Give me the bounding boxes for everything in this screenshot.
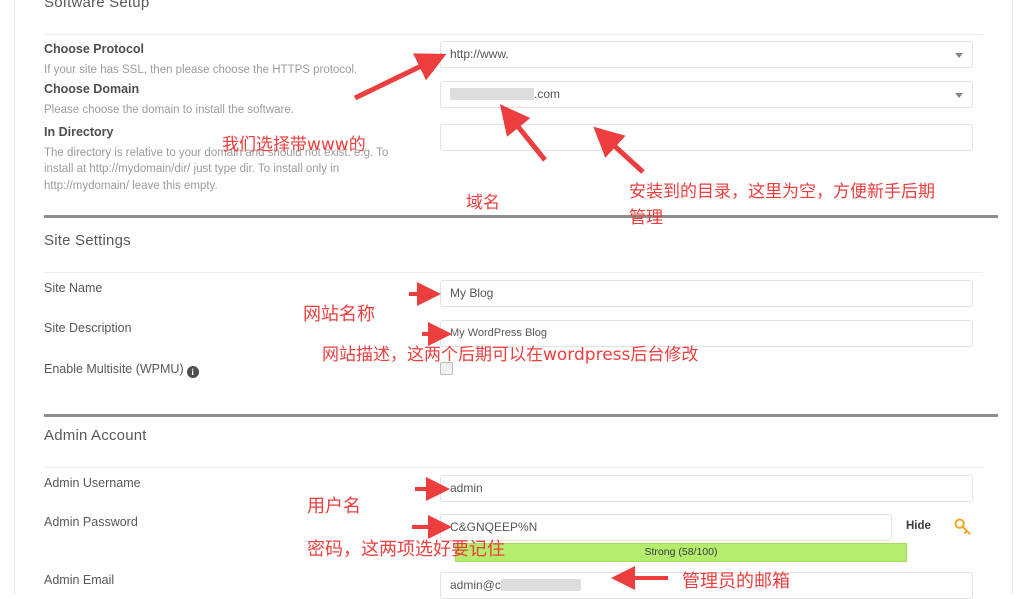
row-choose-protocol: Choose Protocol If your site has SSL, th… xyxy=(15,41,1012,78)
field-label-choose-protocol: Choose Protocol xyxy=(44,42,145,56)
row-admin-username: Admin Username admin xyxy=(15,475,1012,502)
field-label-admin-password: Admin Password xyxy=(44,515,138,529)
choose-protocol-select[interactable]: http://www. xyxy=(440,41,973,68)
row-in-directory: In Directory The directory is relative t… xyxy=(15,124,1012,195)
section-divider-2 xyxy=(44,414,998,417)
label-col-admin-email: Admin Email xyxy=(15,572,411,590)
info-icon[interactable]: i xyxy=(186,366,199,378)
chevron-down-icon xyxy=(955,52,963,58)
installer-page: Software Setup Choose Protocol If your s… xyxy=(0,0,1024,599)
key-icon[interactable] xyxy=(953,517,973,537)
section-rule xyxy=(44,467,983,468)
label-col-choose-domain: Choose Domain Please choose the domain t… xyxy=(15,81,411,118)
field-label-site-description: Site Description xyxy=(44,321,132,335)
right-page-edge xyxy=(1012,0,1024,594)
form-content: Software Setup Choose Protocol If your s… xyxy=(15,0,1012,599)
field-label-enable-multisite: Enable Multisite (WPMU) xyxy=(44,362,184,376)
site-description-input[interactable]: My WordPress Blog xyxy=(440,320,973,347)
field-help-in-directory: The directory is relative to your domain… xyxy=(44,146,389,192)
row-site-name: Site Name My Blog xyxy=(15,280,1012,307)
admin-username-value: admin xyxy=(450,481,483,495)
field-help-choose-domain: Please choose the domain to install the … xyxy=(44,103,294,116)
admin-username-input[interactable]: admin xyxy=(440,475,973,502)
field-help-choose-protocol: If your site has SSL, then please choose… xyxy=(44,63,358,76)
row-admin-password: Admin Password C&GNQEEP%N Hide Strong (5… xyxy=(15,514,1012,562)
site-name-value: My Blog xyxy=(450,286,494,300)
admin-password-input[interactable]: C&GNQEEP%N xyxy=(440,514,892,541)
section-title-site-settings: Site Settings xyxy=(44,232,131,249)
label-col-enable-multisite: Enable Multisite (WPMU) i xyxy=(15,360,411,379)
row-admin-email: Admin Email admin@c xyxy=(15,572,1012,599)
in-directory-input[interactable] xyxy=(440,124,973,151)
password-strength-bar: Strong (58/100) xyxy=(455,543,907,562)
chevron-down-icon xyxy=(955,92,963,98)
enable-multisite-checkbox[interactable] xyxy=(440,362,453,375)
admin-password-value: C&GNQEEP%N xyxy=(450,520,538,534)
field-label-site-name: Site Name xyxy=(44,281,103,295)
field-label-admin-username: Admin Username xyxy=(44,476,141,490)
section-title-software-setup: Software Setup xyxy=(44,0,150,11)
field-label-choose-domain: Choose Domain xyxy=(44,82,140,96)
label-col-site-name: Site Name xyxy=(15,280,411,298)
choose-domain-select[interactable]: .com xyxy=(440,81,973,108)
section-title-admin-account: Admin Account xyxy=(44,427,147,444)
row-enable-multisite: Enable Multisite (WPMU) i xyxy=(15,360,1012,379)
hide-password-button[interactable]: Hide xyxy=(906,520,931,532)
redacted-email-domain xyxy=(500,579,581,591)
field-label-in-directory: In Directory xyxy=(44,125,114,139)
choose-protocol-value: http://www. xyxy=(450,47,509,61)
section-divider-1 xyxy=(44,215,998,218)
row-site-description: Site Description My WordPress Blog xyxy=(15,320,1012,347)
label-col-in-directory: In Directory The directory is relative t… xyxy=(15,124,411,195)
label-col-admin-username: Admin Username xyxy=(15,475,411,493)
site-description-value: My WordPress Blog xyxy=(450,327,547,339)
field-label-admin-email: Admin Email xyxy=(44,573,115,587)
redacted-domain xyxy=(450,88,534,100)
section-rule xyxy=(44,34,983,35)
left-page-edge xyxy=(0,0,15,594)
site-name-input[interactable]: My Blog xyxy=(440,280,973,307)
label-col-site-description: Site Description xyxy=(15,320,411,338)
label-col-admin-password: Admin Password xyxy=(15,514,411,532)
section-rule xyxy=(44,272,983,273)
admin-email-input[interactable]: admin@c xyxy=(440,572,973,599)
row-choose-domain: Choose Domain Please choose the domain t… xyxy=(15,81,1012,118)
label-col-choose-protocol: Choose Protocol If your site has SSL, th… xyxy=(15,41,411,78)
admin-email-value: admin@c xyxy=(450,578,501,592)
choose-domain-value: .com xyxy=(534,87,561,101)
